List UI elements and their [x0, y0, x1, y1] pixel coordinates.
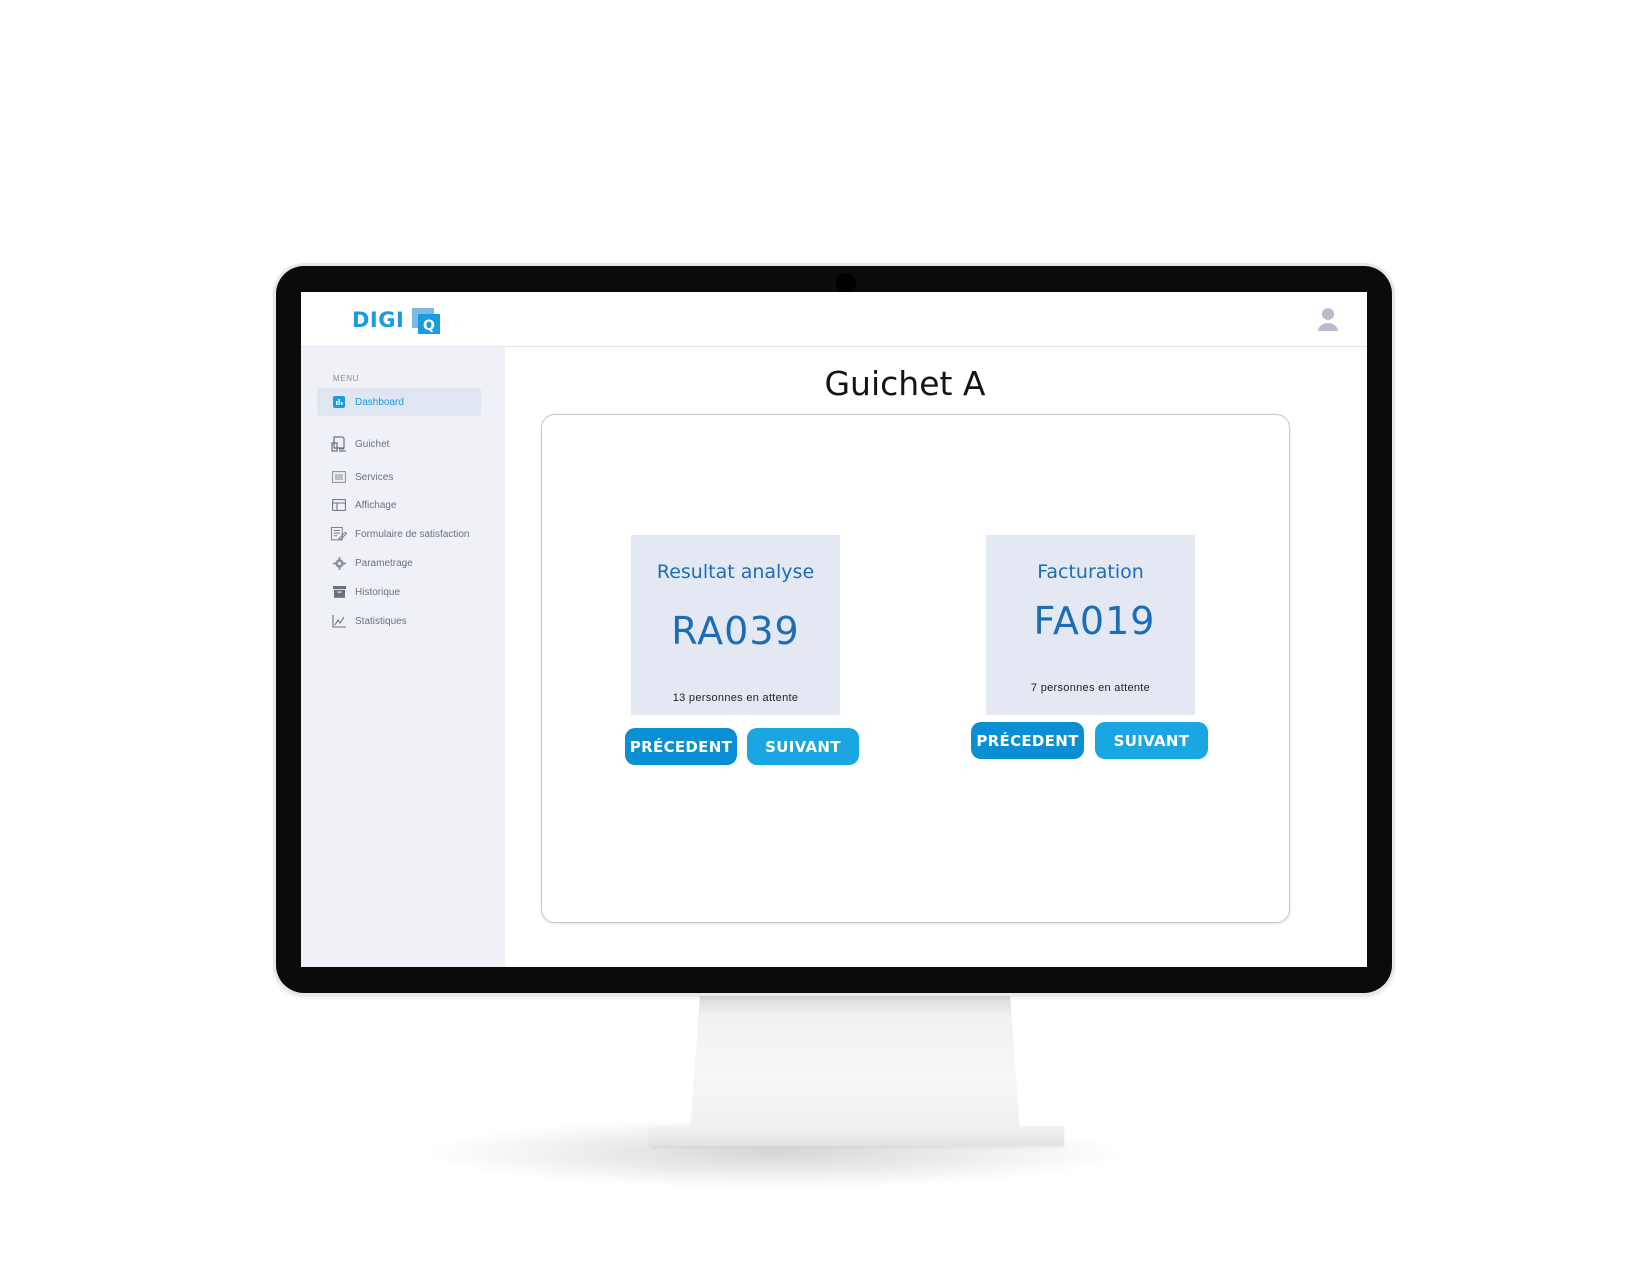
gear-icon [331, 555, 347, 571]
sidebar-item-label: Parametrage [355, 557, 413, 569]
dashboard-icon [331, 394, 347, 410]
sidebar-item-label: Services [355, 471, 394, 483]
next-button[interactable]: SUIVANT [747, 728, 859, 765]
waiting-count: 7 personnes en attente [1030, 682, 1151, 694]
user-icon[interactable] [1317, 307, 1339, 331]
archive-icon [331, 584, 347, 600]
brand-logo-letter: Q [423, 318, 435, 334]
display-icon [331, 497, 347, 513]
sidebar-item-statistiques[interactable]: Statistiques [317, 607, 481, 635]
sidebar: DIGI Q MENU Dashboard Guichet Services A… [301, 292, 505, 967]
sidebar-item-services[interactable]: Services [317, 463, 481, 491]
topbar [505, 292, 1367, 347]
monitor-screen: DIGI Q MENU Dashboard Guichet Services A… [301, 292, 1367, 967]
service-name: Facturation [1037, 561, 1144, 583]
sidebar-item-dashboard[interactable]: Dashboard [317, 388, 481, 416]
sidebar-item-formulaire[interactable]: Formulaire de satisfaction [317, 520, 481, 548]
sidebar-item-parametrage[interactable]: Parametrage [317, 549, 481, 577]
brand-logo-text[interactable]: DIGI [352, 308, 404, 332]
next-button[interactable]: SUIVANT [1095, 722, 1208, 759]
service-name: Resultat analyse [656, 561, 815, 583]
webcam [836, 273, 856, 293]
previous-button[interactable]: PRÉCEDENT [971, 722, 1084, 759]
sidebar-item-affichage[interactable]: Affichage [317, 491, 481, 519]
sidebar-item-label: Affichage [355, 499, 397, 511]
sidebar-item-label: Dashboard [355, 396, 404, 408]
sidebar-item-label: Historique [355, 586, 401, 598]
menu-heading: MENU [333, 374, 359, 383]
kiosk-icon [331, 436, 347, 452]
page-title: Guichet A [824, 364, 986, 403]
sidebar-item-guichet[interactable]: Guichet [317, 430, 481, 458]
sidebar-item-label: Statistiques [355, 615, 407, 627]
sidebar-item-historique[interactable]: Historique [317, 578, 481, 606]
monitor-stand-base [650, 1126, 1064, 1146]
ticket-number: FA019 [1033, 599, 1156, 643]
waiting-count: 13 personnes en attente [672, 692, 799, 704]
brand-logo-mark-icon: Q [412, 308, 440, 334]
sidebar-item-label: Formulaire de satisfaction [355, 528, 470, 540]
list-icon [331, 469, 347, 485]
logo-area: DIGI Q [301, 292, 505, 347]
ticket-card: Facturation FA019 7 personnes en attente [986, 535, 1195, 715]
sidebar-item-label: Guichet [355, 438, 390, 450]
ticket-card: Resultat analyse RA039 13 personnes en a… [631, 535, 840, 715]
previous-button[interactable]: PRÉCEDENT [625, 728, 737, 765]
form-icon [331, 526, 347, 542]
counters-panel: Resultat analyse RA039 13 personnes en a… [541, 414, 1290, 923]
monitor-stand-neck [690, 996, 1020, 1132]
ticket-number: RA039 [671, 609, 800, 653]
chart-icon [331, 613, 347, 629]
